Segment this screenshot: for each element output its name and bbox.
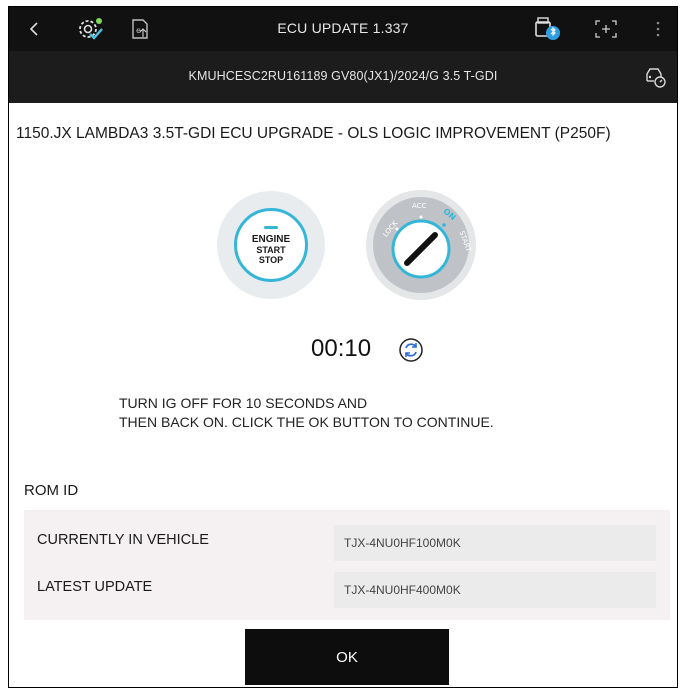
app-title: ECU UPDATE 1.337 [277,20,409,36]
ok-button[interactable]: OK [245,629,449,685]
instruction-line-1: TURN IG OFF FOR 10 SECONDS AND [119,395,368,411]
procedure-title: 1150.JX LAMBDA3 3.5T-GDI ECU UPGRADE - O… [16,125,611,142]
engine-start-stop-button: ENGINE START STOP [217,191,325,299]
countdown-timer: 00:10 [311,335,372,362]
rom-current-value: TJX-4NU0HF100M0K [334,525,656,561]
rom-latest-value: TJX-4NU0HF400M0K [334,572,656,608]
rom-latest-label: LATEST UPDATE [37,579,153,595]
rom-id-title: ROM ID [24,482,79,499]
vci-bluetooth-icon[interactable] [531,15,563,43]
rom-row-latest: LATEST UPDATE TJX-4NU0HF400M0K [24,568,670,608]
stop-label: STOP [258,254,284,265]
start-label: START [256,244,286,255]
ign-acc-label: ACC [412,202,427,210]
car-gauge-icon[interactable] [641,63,669,91]
rom-row-current: CURRENTLY IN VEHICLE TJX-4NU0HF100M0K [24,521,670,561]
rom-id-table: CURRENTLY IN VEHICLE TJX-4NU0HF100M0K LA… [24,510,670,620]
ignition-key-illustration: LOCK ACC ON START [365,189,477,301]
engine-label: ENGINE [251,233,291,245]
refresh-icon[interactable] [398,337,424,368]
instruction-line-2: THEN BACK ON. CLICK THE OK BUTTON TO CON… [119,414,494,430]
more-vertical-icon[interactable] [651,15,665,43]
engine-start-stop-face: ENGINE START STOP [234,208,308,282]
top-bar: e ECU UPDATE 1.337 [9,7,677,51]
rom-current-label: CURRENTLY IN VEHICLE [37,532,209,548]
instruction-text: TURN IG OFF FOR 10 SECONDS AND THEN BACK… [119,394,494,432]
app-window: e ECU UPDATE 1.337 KMUHCESC2RU161189 GV8… [8,6,678,688]
screen-capture-icon[interactable] [591,15,621,43]
vehicle-info-bar: KMUHCESC2RU161189 GV80(JX1)/2024/G 3.5 T… [9,51,677,103]
indicator-led [264,225,278,229]
vehicle-info: KMUHCESC2RU161189 GV80(JX1)/2024/G 3.5 T… [188,69,498,83]
